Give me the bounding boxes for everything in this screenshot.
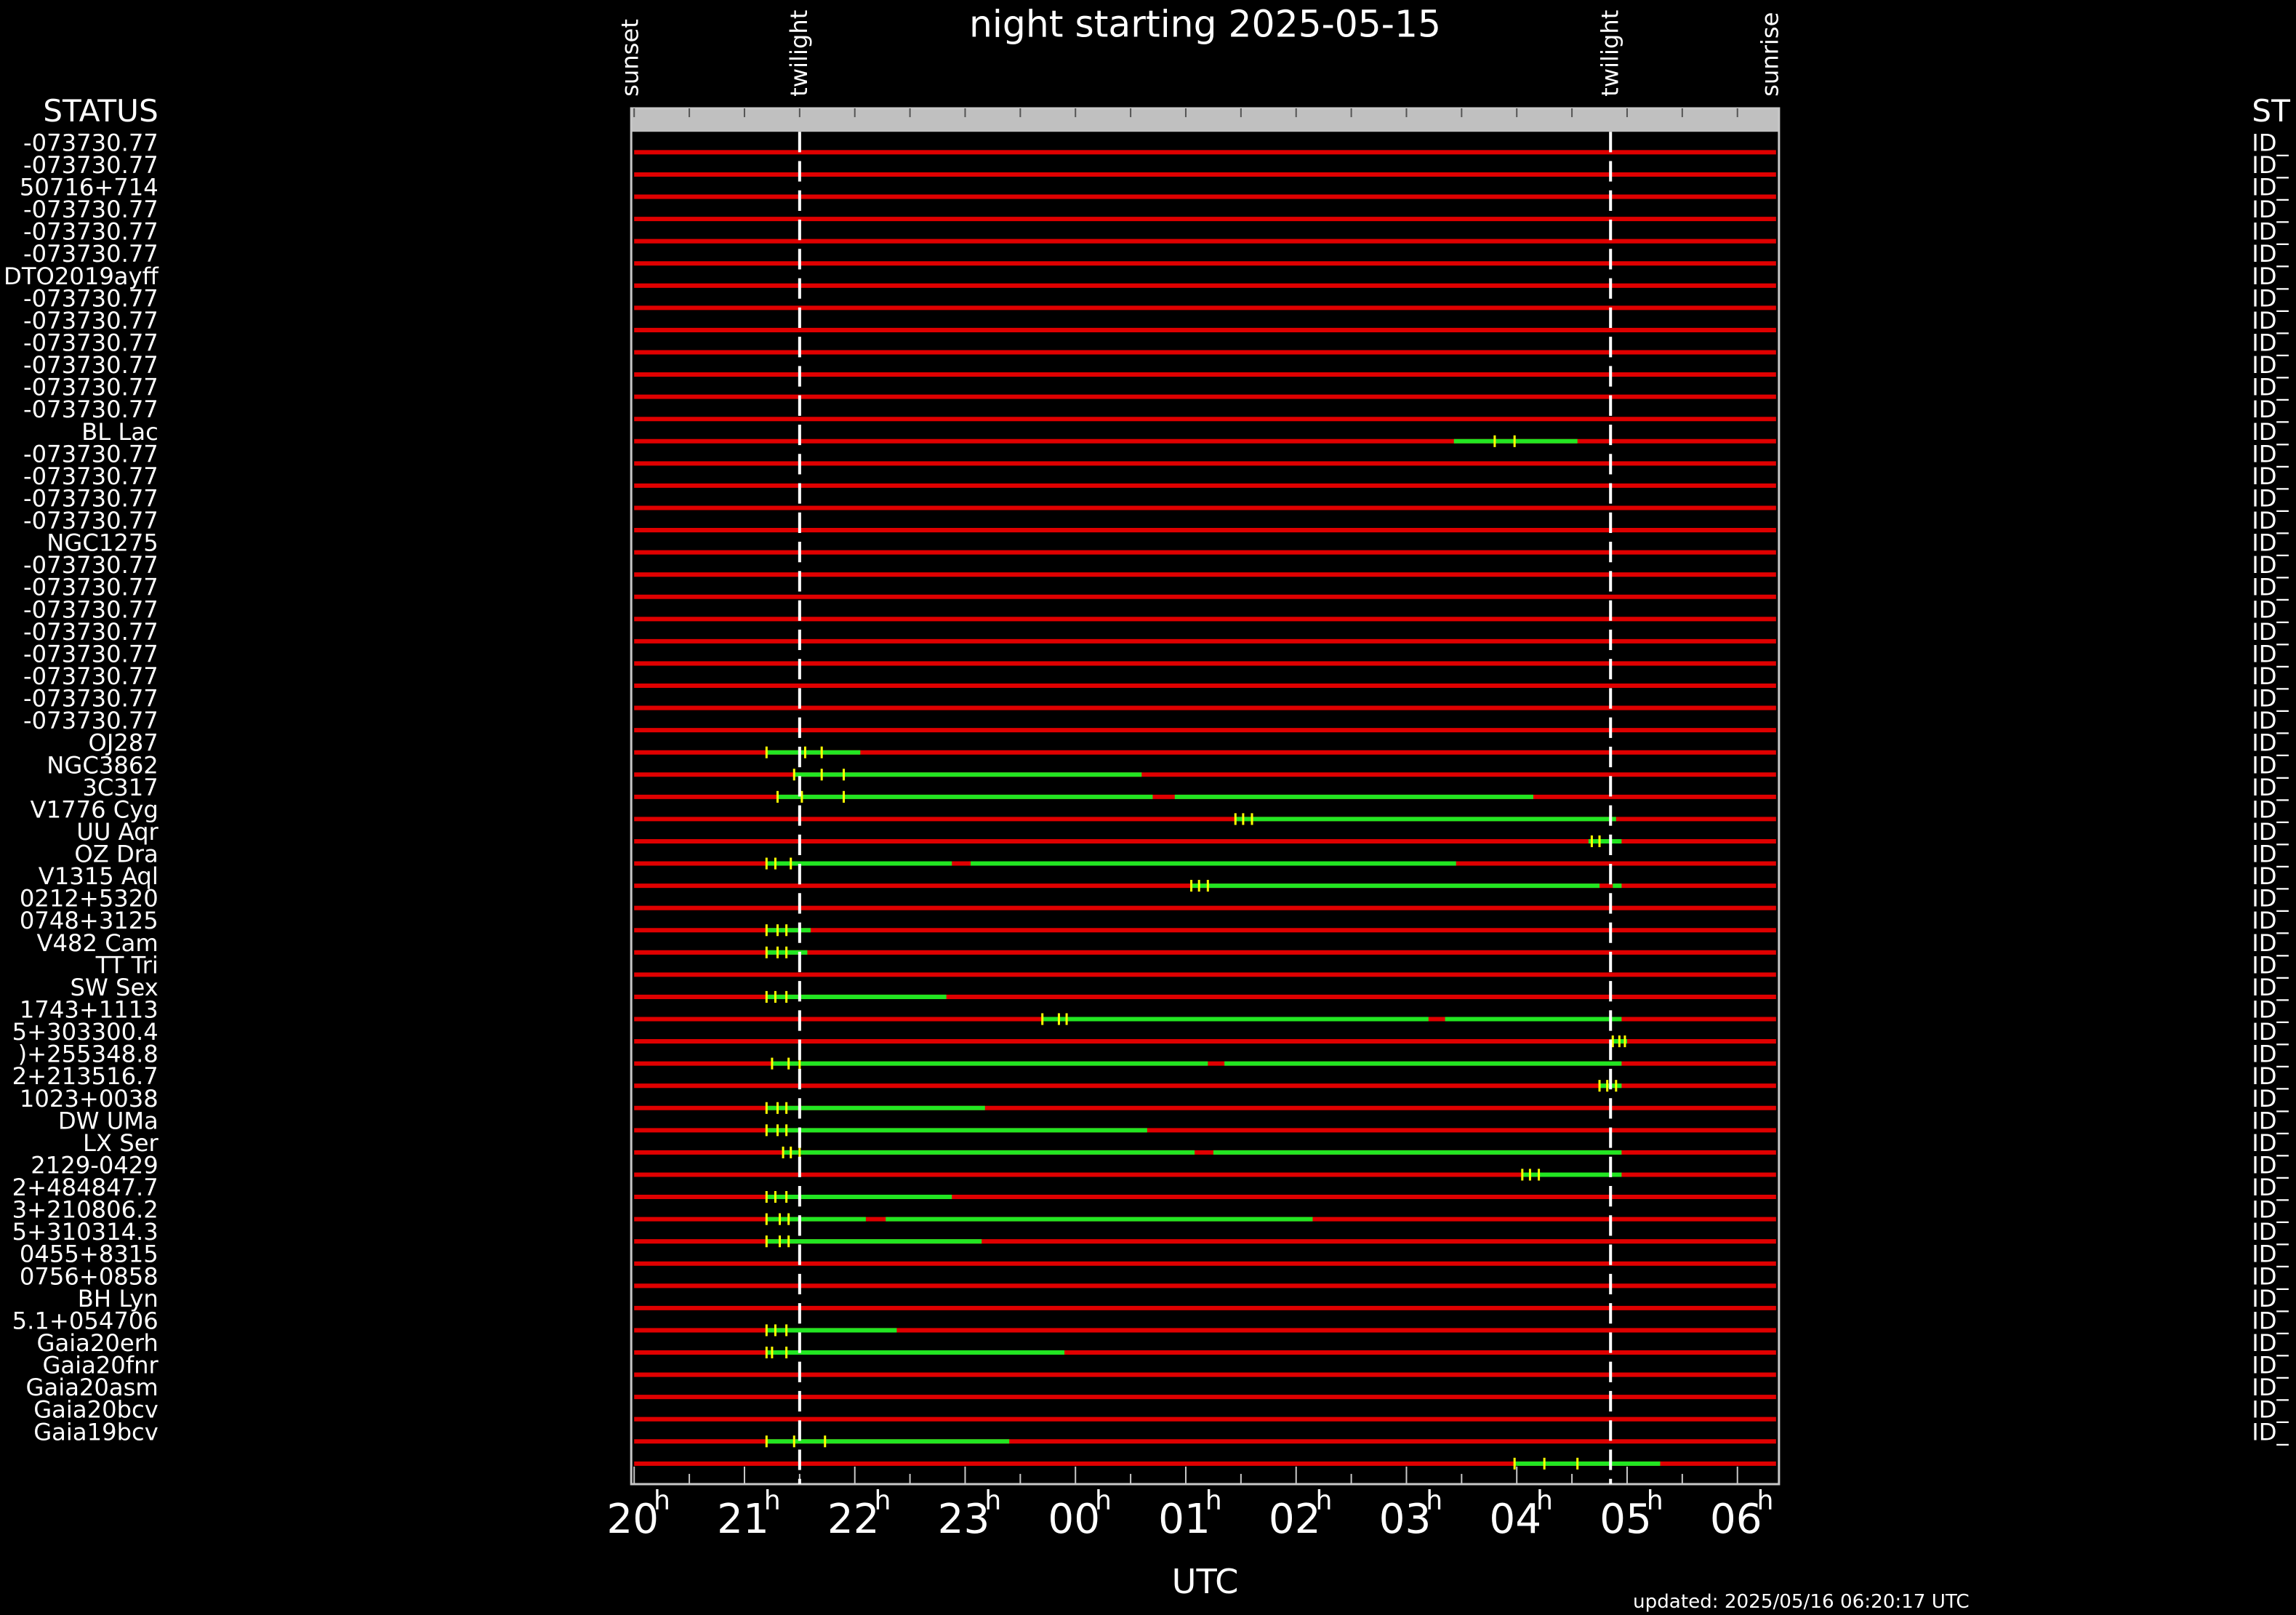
target-name: Gaia19bcv bbox=[33, 1418, 158, 1446]
target-rows: -073730.77 ID_-073730.77 ID_50716+714 ID_-0… bbox=[4, 129, 2289, 1470]
target-row: 0748+3125 ID_ bbox=[20, 907, 2289, 937]
target-row: -073730.77 ID_ bbox=[23, 307, 2289, 334]
x-tick-label: 20 bbox=[606, 1496, 659, 1543]
target-row: -073730.77 ID_ bbox=[23, 440, 2289, 468]
target-row: -073730.77 ID_ bbox=[23, 374, 2289, 401]
target-row: UU Aqr ID_ bbox=[76, 818, 2289, 848]
target-row: 1743+1113 ID_ bbox=[20, 995, 2289, 1025]
x-tick-superscript: h bbox=[984, 1485, 1001, 1516]
target-row: -073730.77 ID_ bbox=[23, 707, 2289, 734]
target-id: ID_ bbox=[2252, 1418, 2289, 1446]
target-row: )+255348.8 ID_ bbox=[18, 1041, 2289, 1070]
x-tick-superscript: h bbox=[1315, 1485, 1332, 1516]
target-row: -073730.77 ID_ bbox=[23, 129, 2289, 156]
sun-marker-label: sunset bbox=[617, 19, 644, 97]
target-row: -073730.77 ID_ bbox=[23, 151, 2289, 179]
target-row: 2+213516.7 ID_ bbox=[12, 1062, 2289, 1092]
target-row: Gaia19bcv ID_ bbox=[33, 1418, 2289, 1448]
target-row: Gaia20fnr ID_ bbox=[42, 1352, 2289, 1379]
target-row: 3C317 ID_ bbox=[82, 774, 2289, 803]
chart-title: night starting 2025-05-15 bbox=[969, 2, 1441, 45]
x-tick-label: 00 bbox=[1048, 1496, 1100, 1543]
target-row: -073730.77 ID_ bbox=[23, 685, 2289, 713]
target-row: 0212+5320 ID_ bbox=[20, 885, 2289, 913]
target-row: -073730.77 ID_ bbox=[23, 351, 2289, 379]
x-tick-superscript: h bbox=[1536, 1485, 1553, 1516]
target-row: V482 Cam ID_ bbox=[36, 929, 2289, 958]
target-row: SW Sex ID_ bbox=[71, 974, 2289, 1003]
target-row bbox=[634, 1457, 1776, 1470]
target-row: 0756+0858 ID_ bbox=[20, 1262, 2289, 1290]
target-row: -073730.77 ID_ bbox=[23, 640, 2289, 668]
status-header: STATUS bbox=[43, 93, 158, 129]
x-tick-superscript: h bbox=[874, 1485, 891, 1516]
updated-timestamp: updated: 2025/05/16 06:20:17 UTC bbox=[1633, 1591, 1970, 1613]
target-row: -073730.77 ID_ bbox=[23, 218, 2289, 246]
target-row: -073730.77 ID_ bbox=[23, 574, 2289, 601]
target-row: -073730.77 ID_ bbox=[23, 284, 2289, 312]
target-row: -073730.77 ID_ bbox=[23, 618, 2289, 646]
observability-chart: night starting 2025-05-15 STATUS ST -073… bbox=[4, 2, 2290, 1613]
x-tick-label: 22 bbox=[827, 1496, 880, 1543]
target-row: -073730.77 ID_ bbox=[23, 507, 2289, 534]
x-tick-superscript: h bbox=[654, 1485, 670, 1516]
x-tick-superscript: h bbox=[1757, 1485, 1773, 1516]
target-row: LX Ser ID_ bbox=[83, 1129, 2289, 1158]
x-tick-superscript: h bbox=[1647, 1485, 1663, 1516]
target-row: V1776 Cyg ID_ bbox=[31, 796, 2289, 825]
x-tick-superscript: h bbox=[1095, 1485, 1112, 1516]
target-row: NGC3862 ID_ bbox=[47, 751, 2289, 781]
target-row: 2+484847.7 ID_ bbox=[12, 1174, 2289, 1203]
target-row: -073730.77 ID_ bbox=[23, 596, 2289, 623]
target-row: OZ Dra ID_ bbox=[74, 841, 2289, 870]
target-row: 5+310314.3 ID_ bbox=[12, 1218, 2289, 1248]
sun-marker-label: twilight bbox=[1596, 10, 1623, 97]
target-row: TT Tri ID_ bbox=[95, 951, 2289, 979]
target-row: Gaia20erh ID_ bbox=[37, 1329, 2289, 1359]
target-row: -073730.77 ID_ bbox=[23, 662, 2289, 690]
target-row: BL Lac ID_ bbox=[81, 418, 2289, 447]
x-tick-label: 23 bbox=[938, 1496, 990, 1543]
x-tick-label: 05 bbox=[1599, 1496, 1652, 1543]
x-tick-label: 01 bbox=[1158, 1496, 1211, 1543]
target-row: -073730.77 ID_ bbox=[23, 551, 2289, 579]
target-row: 50716+714 ID_ bbox=[20, 174, 2289, 201]
target-row: 3+210806.2 ID_ bbox=[12, 1196, 2289, 1225]
sun-marker-label: sunrise bbox=[1756, 12, 1783, 97]
x-tick-label: 03 bbox=[1379, 1496, 1432, 1543]
target-row: -073730.77 ID_ bbox=[23, 462, 2289, 490]
target-row: -073730.77 ID_ bbox=[23, 329, 2289, 356]
x-tick-superscript: h bbox=[1205, 1485, 1222, 1516]
target-row: DTO2019ayff ID_ bbox=[4, 263, 2289, 290]
target-row: Gaia20asm ID_ bbox=[26, 1374, 2289, 1401]
sun-marker-label: twilight bbox=[785, 10, 813, 97]
target-row: 2129-0429 ID_ bbox=[31, 1151, 2289, 1181]
x-tick-superscript: h bbox=[764, 1485, 781, 1516]
status-header-right: ST bbox=[2252, 93, 2290, 129]
target-row: -073730.77 ID_ bbox=[23, 396, 2289, 423]
top-bar bbox=[631, 108, 1779, 132]
target-row: V1315 Aql ID_ bbox=[39, 862, 2289, 892]
x-axis: 20h 21h 22h 23h 00h 01h 02h 03h 04h 05h 06h bbox=[606, 1485, 1773, 1543]
x-axis-label: UTC bbox=[1172, 1562, 1239, 1601]
target-row: -073730.77 ID_ bbox=[23, 484, 2289, 512]
target-row: BH Lyn ID_ bbox=[78, 1285, 2289, 1313]
target-row: NGC1275 ID_ bbox=[47, 529, 2289, 557]
target-row: 0455+8315 ID_ bbox=[20, 1241, 2289, 1268]
x-tick-label: 21 bbox=[717, 1496, 769, 1543]
target-row: -073730.77 ID_ bbox=[23, 196, 2289, 223]
target-row: 5.1+054706 ID_ bbox=[12, 1307, 2289, 1337]
target-row: 5+303300.4 ID_ bbox=[12, 1018, 2289, 1048]
x-tick-label: 02 bbox=[1269, 1496, 1321, 1543]
target-row: DW UMa ID_ bbox=[58, 1107, 2289, 1137]
x-tick-label: 04 bbox=[1489, 1496, 1541, 1543]
target-row: OJ287 ID_ bbox=[88, 729, 2289, 758]
target-row: 1023+0038 ID_ bbox=[20, 1085, 2289, 1114]
x-tick-superscript: h bbox=[1426, 1485, 1442, 1516]
target-row: -073730.77 ID_ bbox=[23, 240, 2289, 268]
target-row: Gaia20bcv ID_ bbox=[33, 1396, 2289, 1424]
x-tick-label: 06 bbox=[1710, 1496, 1762, 1543]
